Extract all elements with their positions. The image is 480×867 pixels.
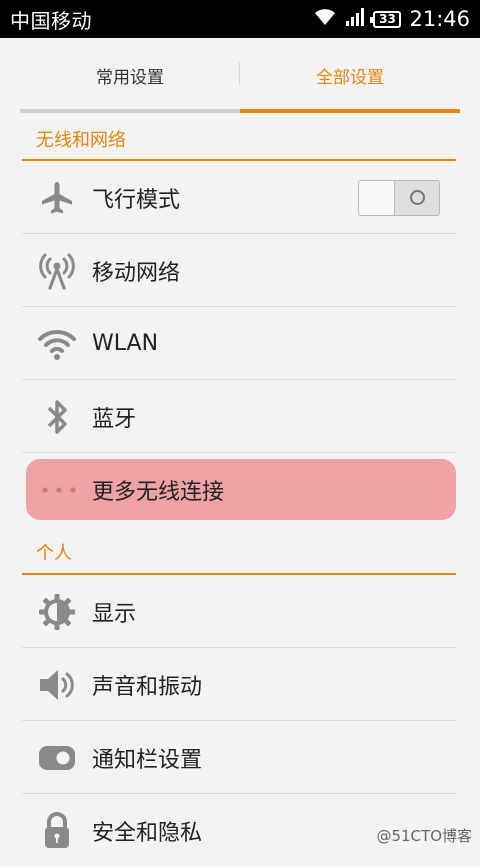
settings-item-bluetooth[interactable]: 蓝牙 [22,381,456,453]
bluetooth-icon [22,381,92,453]
item-label: 通知栏设置 [92,747,203,773]
cell-signal-icon [345,8,365,30]
display-brightness-icon [22,576,92,648]
settings-item-notification-bar[interactable]: 通知栏设置 [22,722,456,794]
tab-underline-active [240,109,460,113]
item-label: 显示 [92,601,137,627]
settings-item-display[interactable]: 显示 [22,576,456,648]
settings-item-airplane-mode[interactable]: 飞行模式 [22,162,456,234]
tab-label: 全部设置 [316,68,384,88]
settings-tabs: 常用设置 全部设置 [20,38,460,113]
item-label: 蓝牙 [92,406,137,432]
more-dots-icon [26,459,92,520]
tab-common-settings[interactable]: 常用设置 [20,38,240,113]
toggle-knob [394,180,439,215]
settings-item-more-wireless[interactable]: 更多无线连接 [26,459,456,520]
tab-underline [20,109,240,113]
section-title: 个人 [36,542,72,564]
settings-item-mobile-network[interactable]: 移动网络 [22,235,456,307]
clock: 21:46 [409,7,470,31]
section-header-personal: 个人 [22,530,456,575]
status-bar: 中国移动 33 21:46 [0,0,480,38]
battery-icon: 33 [370,10,402,28]
lock-icon [22,795,92,867]
notification-toggle-icon [22,722,92,794]
wifi-icon [22,308,92,380]
tab-label: 常用设置 [96,68,164,88]
item-label: 安全和隐私 [92,821,203,846]
speaker-icon [22,649,92,721]
item-label: WLAN [92,331,159,356]
airplane-mode-toggle[interactable] [358,179,440,216]
item-label: 声音和振动 [92,674,203,700]
settings-item-wlan[interactable]: WLAN [22,308,456,380]
watermark: @51CTO博客 [376,827,472,845]
item-label: 更多无线连接 [92,479,225,505]
section-title: 无线和网络 [36,129,126,151]
status-icons: 33 21:46 [313,7,470,31]
wifi-signal-icon [313,8,337,30]
tab-all-settings[interactable]: 全部设置 [240,38,460,113]
cell-tower-icon [22,235,92,307]
airplane-icon [22,162,92,234]
section-header-wireless: 无线和网络 [22,118,456,161]
settings-item-sound-vibration[interactable]: 声音和振动 [22,649,456,721]
item-label: 飞行模式 [92,187,181,213]
item-label: 移动网络 [92,260,181,286]
carrier-name: 中国移动 [10,8,92,33]
